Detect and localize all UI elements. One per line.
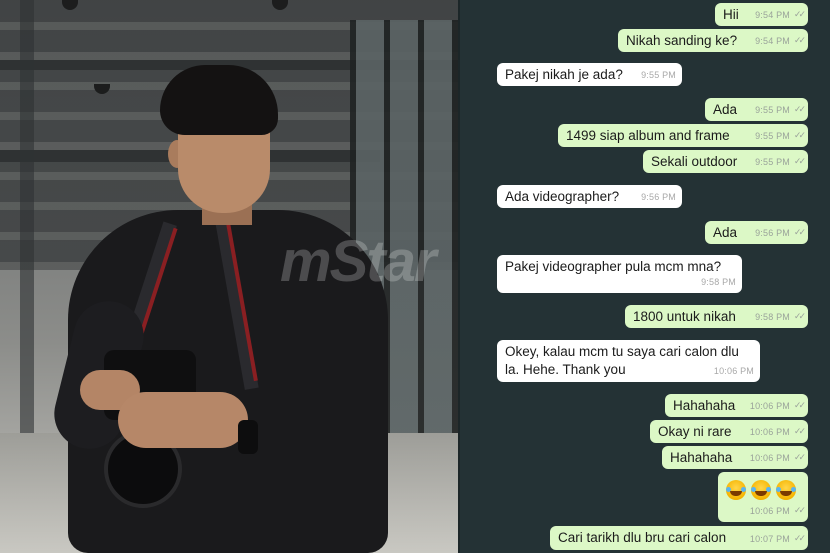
message-text: Cari tarikh dlu bru cari calon <box>558 530 727 545</box>
message-time: 9:55 PM <box>755 131 790 141</box>
double-check-icon: ✓✓ <box>793 452 806 462</box>
double-check-icon: ✓✓ <box>793 533 806 543</box>
message-text: Okey, kalau mcm tu saya cari calon dlu <box>505 344 739 359</box>
message-time: 9:55 PM <box>641 70 676 80</box>
message-text: Nikah sanding ke? <box>626 33 738 48</box>
message-bubble-incoming[interactable]: Pakej nikah je ada? 9:55 PM <box>497 63 682 86</box>
message-text: Pakej videographer pula mcm mna? <box>505 259 722 274</box>
double-check-icon: ✓✓ <box>793 9 806 19</box>
message-bubble-outgoing[interactable]: Okay ni rare 10:06 PM ✓✓ <box>650 420 808 443</box>
message-bubble-outgoing[interactable]: 10:06 PM ✓✓ <box>718 472 808 522</box>
double-check-icon: ✓✓ <box>793 311 806 321</box>
message-time: 10:07 PM <box>749 534 790 544</box>
message-time: 9:56 PM <box>641 192 676 202</box>
message-time: 9:54 PM <box>755 36 790 46</box>
message-bubble-outgoing[interactable]: Hii 9:54 PM ✓✓ <box>715 3 808 26</box>
message-time: 9:55 PM <box>755 157 790 167</box>
message-text: Ada <box>713 225 738 240</box>
message-time: 9:56 PM <box>755 228 790 238</box>
double-check-icon: ✓✓ <box>793 156 806 166</box>
message-text: Hii <box>723 7 739 22</box>
emoji-row <box>726 480 801 500</box>
hair <box>160 65 278 135</box>
message-bubble-outgoing[interactable]: Sekali outdoor 9:55 PM ✓✓ <box>643 150 808 173</box>
message-time: 10:06 PM <box>713 366 754 376</box>
message-bubble-outgoing[interactable]: Nikah sanding ke? 9:54 PM ✓✓ <box>618 29 808 52</box>
message-time: 10:06 PM <box>749 453 790 463</box>
message-bubble-outgoing[interactable]: Ada 9:56 PM ✓✓ <box>705 221 808 244</box>
message-bubble-outgoing[interactable]: Hahahaha 10:06 PM ✓✓ <box>665 394 808 417</box>
laughing-tears-emoji-icon <box>751 480 771 500</box>
message-time: 9:58 PM <box>755 312 790 322</box>
double-check-icon: ✓✓ <box>793 505 806 515</box>
message-bubble-outgoing[interactable]: Cari tarikh dlu bru cari calon 10:07 PM … <box>550 526 808 550</box>
message-text: Okay ni rare <box>658 424 732 439</box>
message-text: Ada <box>713 102 738 117</box>
message-text: Pakej nikah je ada? <box>505 67 623 82</box>
message-bubble-outgoing[interactable]: Hahahaha 10:06 PM ✓✓ <box>662 446 808 469</box>
message-bubble-incoming[interactable]: Okey, kalau mcm tu saya cari calon dlu l… <box>497 340 760 382</box>
double-check-icon: ✓✓ <box>793 130 806 140</box>
double-check-icon: ✓✓ <box>793 400 806 410</box>
mstar-watermark: mStar <box>280 229 436 294</box>
message-bubble-outgoing[interactable]: Ada 9:55 PM ✓✓ <box>705 98 808 121</box>
message-text: 1800 untuk nikah <box>633 309 736 324</box>
double-check-icon: ✓✓ <box>793 104 806 114</box>
message-time: 9:55 PM <box>755 105 790 115</box>
laughing-tears-emoji-icon <box>776 480 796 500</box>
double-check-icon: ✓✓ <box>793 426 806 436</box>
message-time: 9:58 PM <box>701 277 736 287</box>
message-bubble-incoming[interactable]: Ada videographer? 9:56 PM <box>497 185 682 208</box>
message-text: Hahahaha <box>673 398 736 413</box>
wristwatch <box>238 420 258 454</box>
message-bubble-outgoing[interactable]: 1800 untuk nikah 9:58 PM ✓✓ <box>625 305 808 328</box>
message-bubble-incoming[interactable]: Pakej videographer pula mcm mna? 9:58 PM <box>497 255 742 293</box>
message-bubble-outgoing[interactable]: 1499 siap album and frame 9:55 PM ✓✓ <box>558 124 808 147</box>
message-text: Hahahaha <box>670 450 733 465</box>
message-time: 10:06 PM <box>749 401 790 411</box>
laughing-tears-emoji-icon <box>726 480 746 500</box>
message-text: Sekali outdoor <box>651 154 738 169</box>
double-check-icon: ✓✓ <box>793 35 806 45</box>
message-time: 10:06 PM <box>749 427 790 437</box>
message-text: 1499 siap album and frame <box>566 128 730 143</box>
hand <box>118 392 248 448</box>
double-check-icon: ✓✓ <box>793 227 806 237</box>
chat-panel: Hii 9:54 PM ✓✓ Nikah sanding ke? 9:54 PM… <box>460 0 830 553</box>
message-text-line2: la. Hehe. Thank you <box>505 362 626 377</box>
message-text: Ada videographer? <box>505 189 620 204</box>
message-time: 9:54 PM <box>755 10 790 20</box>
message-time: 10:06 PM <box>749 506 790 516</box>
